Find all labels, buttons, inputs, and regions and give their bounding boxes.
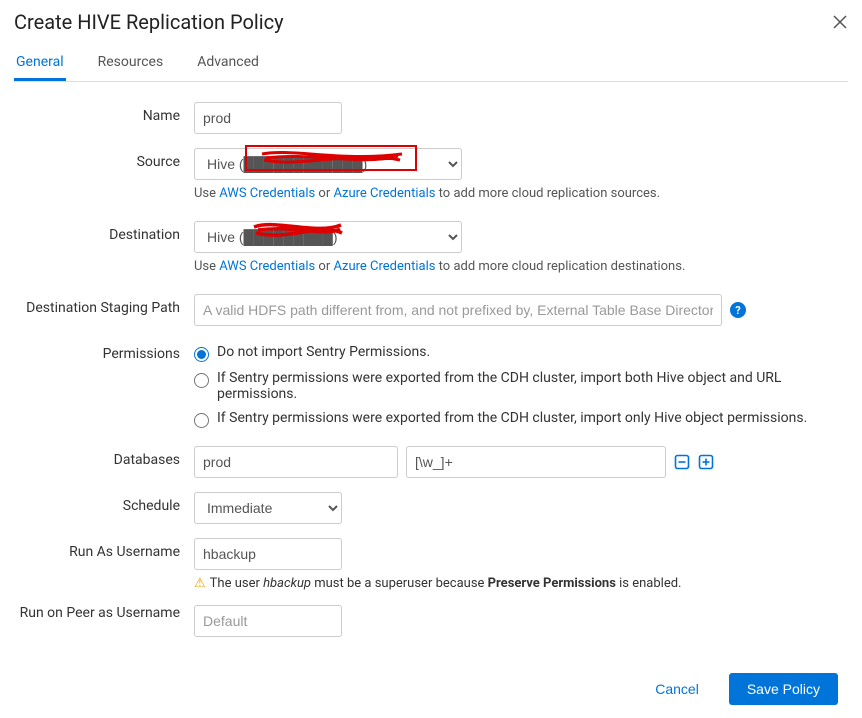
row-schedule: Schedule Immediate: [14, 492, 848, 524]
permission-option-0[interactable]: Do not import Sentry Permissions.: [194, 340, 848, 366]
database-pattern-input[interactable]: [406, 446, 666, 478]
tab-general[interactable]: General: [14, 46, 66, 81]
label-schedule: Schedule: [14, 492, 194, 514]
row-destination: Destination Hive (█████████) Use AWS Cre…: [14, 221, 848, 274]
link-aws-credentials[interactable]: AWS Credentials: [219, 259, 315, 274]
name-input[interactable]: [194, 102, 342, 134]
row-name: Name: [14, 102, 848, 134]
tab-advanced[interactable]: Advanced: [195, 46, 261, 81]
radio-import-hive-only[interactable]: [194, 413, 209, 428]
radio-import-both[interactable]: [194, 373, 209, 388]
add-database-icon[interactable]: [698, 454, 714, 470]
remove-database-icon[interactable]: [674, 454, 690, 470]
dialog-footer: Cancel Save Policy: [14, 673, 848, 705]
run-as-input[interactable]: [194, 538, 342, 570]
row-staging-path: Destination Staging Path ?: [14, 294, 848, 326]
label-permissions: Permissions: [14, 340, 194, 362]
close-icon[interactable]: [832, 14, 848, 30]
schedule-select[interactable]: Immediate: [194, 492, 342, 524]
row-permissions: Permissions Do not import Sentry Permiss…: [14, 340, 848, 432]
source-select[interactable]: Hive (████████████): [194, 148, 462, 180]
run-as-warning: ⚠ The user hbackup must be a superuser b…: [194, 576, 848, 591]
tabs: General Resources Advanced: [14, 46, 848, 82]
label-run-as: Run As Username: [14, 538, 194, 560]
dialog-header: Create HIVE Replication Policy: [14, 10, 848, 34]
row-databases: Databases: [14, 446, 848, 478]
cancel-button[interactable]: Cancel: [637, 673, 717, 705]
save-button[interactable]: Save Policy: [729, 673, 838, 705]
link-azure-credentials[interactable]: Azure Credentials: [333, 186, 435, 201]
label-databases: Databases: [14, 446, 194, 468]
row-run-on-peer: Run on Peer as Username: [14, 605, 848, 637]
link-aws-credentials[interactable]: AWS Credentials: [219, 186, 315, 201]
radio-no-import[interactable]: [194, 347, 209, 362]
label-name: Name: [14, 102, 194, 124]
row-run-as: Run As Username ⚠ The user hbackup must …: [14, 538, 848, 591]
label-staging-path: Destination Staging Path: [14, 294, 194, 316]
permission-option-1[interactable]: If Sentry permissions were exported from…: [194, 366, 848, 406]
row-source: Source Hive (████████████) Use AWS Crede…: [14, 148, 848, 201]
help-icon[interactable]: ?: [730, 302, 746, 318]
label-source: Source: [14, 148, 194, 170]
label-destination: Destination: [14, 221, 194, 243]
label-run-on-peer: Run on Peer as Username: [14, 605, 194, 621]
source-hint: Use AWS Credentials or Azure Credentials…: [194, 186, 848, 201]
destination-hint: Use AWS Credentials or Azure Credentials…: [194, 259, 848, 274]
staging-path-input[interactable]: [194, 294, 722, 326]
dialog-title: Create HIVE Replication Policy: [14, 10, 284, 34]
database-name-input[interactable]: [194, 446, 398, 478]
link-azure-credentials[interactable]: Azure Credentials: [333, 259, 435, 274]
tab-resources[interactable]: Resources: [96, 46, 166, 81]
run-on-peer-input[interactable]: [194, 605, 342, 637]
destination-select[interactable]: Hive (█████████): [194, 221, 462, 253]
warning-icon: ⚠: [194, 576, 206, 591]
permission-option-2[interactable]: If Sentry permissions were exported from…: [194, 406, 848, 432]
